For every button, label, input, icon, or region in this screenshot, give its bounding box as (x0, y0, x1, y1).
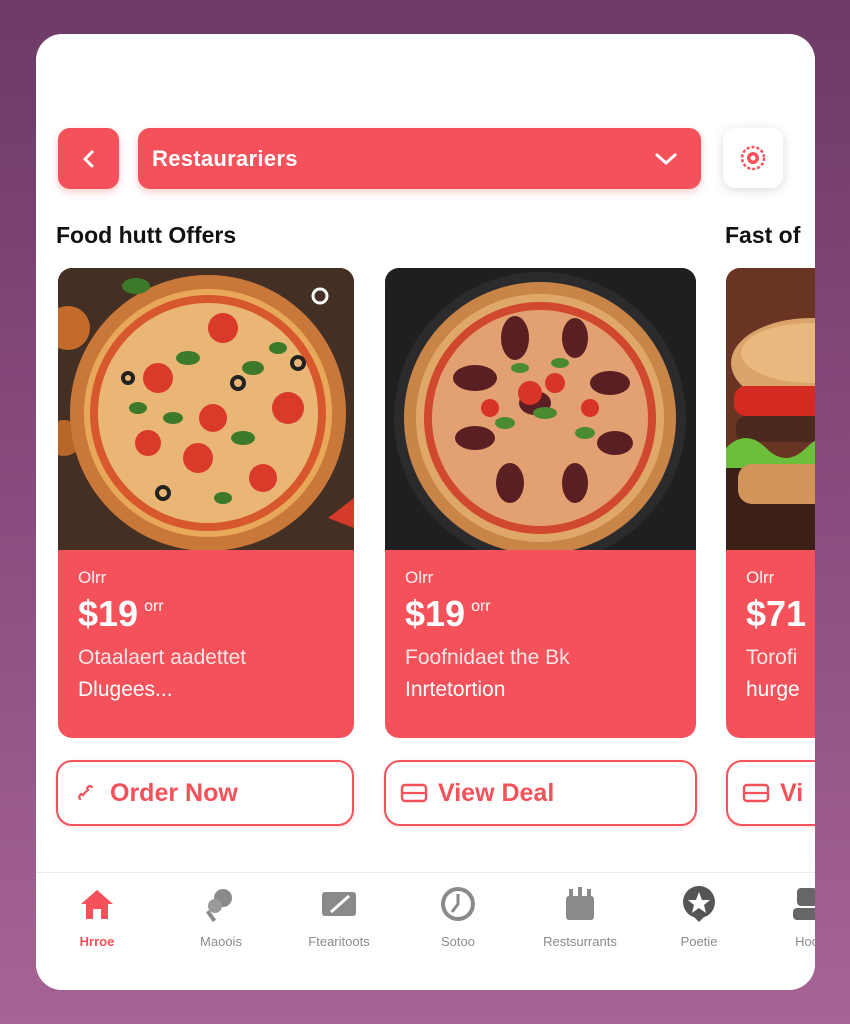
ticket-icon (742, 783, 770, 803)
price-row: $71 (746, 596, 815, 632)
offer-description-2: Dlugees... (78, 678, 173, 701)
offer-description: Torofi (746, 646, 798, 669)
offer-card[interactable]: Olrr $19 orr Foofnidaet the Bk Inrtetort… (385, 268, 696, 738)
offer-tag: Olrr (78, 568, 107, 587)
more-icon (793, 888, 815, 920)
offer-price: $19 (405, 593, 466, 634)
button-label: View Deal (438, 778, 555, 807)
offer-description: Foofnidaet the Bk (405, 646, 570, 669)
filter-button[interactable] (723, 128, 783, 188)
tab-recent[interactable]: Sotoo (403, 884, 513, 949)
home-icon (81, 890, 113, 919)
offer-price: $19 (78, 593, 139, 634)
phone-icon (78, 785, 94, 801)
store-icon (566, 887, 594, 920)
tab-featured[interactable]: Ftearitoots (284, 884, 394, 949)
tab-label: Hoo (795, 934, 815, 949)
tab-home[interactable]: Hrroe (42, 884, 152, 949)
bottom-tab-bar: Hrroe Maoois Ftearitoots Sotoo Restsurra… (36, 874, 815, 990)
tab-label: Maoois (200, 934, 242, 949)
price-suffix: orr (471, 598, 491, 615)
card-body: Olrr $71 Torofi hurge (746, 568, 815, 702)
divider (36, 872, 815, 873)
offer-card[interactable]: Olrr $19 orr Otaalaert aadettet Dlugees.… (58, 268, 354, 738)
app-screen: Restaurariers Food hutt Offers Fast of O… (36, 34, 815, 990)
tab-more[interactable]: Hoo (752, 884, 815, 949)
pizza-pepperoni-photo (385, 268, 696, 550)
offer-tag: Olrr (746, 568, 775, 587)
card-body: Olrr $19 orr Foofnidaet the Bk Inrtetort… (405, 568, 690, 702)
profile-icon (683, 886, 715, 922)
order-now-button[interactable]: Order Now (56, 760, 354, 826)
offer-description-2: hurge (746, 678, 800, 701)
tab-profile[interactable]: Poetie (644, 884, 754, 949)
chevron-down-icon (655, 153, 677, 164)
offer-tag: Olrr (405, 568, 434, 587)
view-deal-button[interactable]: Vi (726, 760, 815, 826)
offer-price: $71 (746, 593, 807, 634)
button-label: Vi (780, 778, 804, 807)
clock-icon (441, 887, 475, 921)
tab-label: Restsurrants (543, 934, 617, 949)
price-row: $19 orr (78, 596, 348, 632)
card-body: Olrr $19 orr Otaalaert aadettet Dlugees.… (78, 568, 348, 702)
button-label: Order Now (110, 778, 238, 807)
restaurant-dropdown[interactable]: Restaurariers (138, 128, 701, 189)
offer-description-2: Inrtetortion (405, 678, 506, 701)
tab-meals[interactable]: Maoois (166, 884, 276, 949)
offer-description: Otaalaert aadettet (78, 646, 247, 669)
dropdown-label: Restaurariers (152, 145, 298, 171)
section-title-offers: Food hutt Offers (56, 222, 237, 248)
offer-card[interactable]: Olrr $71 Torofi hurge (726, 268, 815, 738)
food-icon (205, 889, 232, 923)
tab-label: Hrroe (79, 934, 115, 949)
deals-icon (322, 892, 356, 916)
price-suffix: orr (144, 598, 164, 615)
tab-label: Sotoo (441, 934, 475, 949)
ticket-icon (400, 783, 428, 803)
chevron-left-icon (83, 150, 93, 167)
view-deal-button[interactable]: View Deal (384, 760, 697, 826)
price-row: $19 orr (405, 596, 690, 632)
pizza-vegetable-photo (58, 268, 354, 550)
target-icon (740, 145, 766, 171)
back-button[interactable] (58, 128, 119, 189)
tab-restaurants[interactable]: Restsurrants (525, 884, 635, 949)
top-bar: Restaurariers (58, 128, 788, 190)
tab-label: Ftearitoots (308, 934, 370, 949)
tab-label: Poetie (680, 934, 718, 949)
burger-photo (726, 268, 815, 550)
section-title-fast: Fast of (725, 222, 801, 248)
device-frame: Restaurariers Food hutt Offers Fast of O… (0, 0, 850, 1024)
